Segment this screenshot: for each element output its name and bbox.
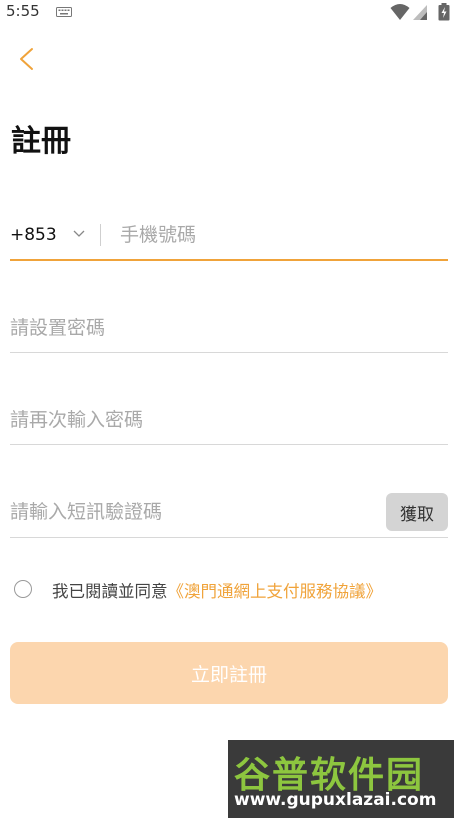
register-button[interactable]: 立即註冊 <box>10 642 448 704</box>
agreement-text: 我已閱讀並同意《澳門通網上支付服務協議》 <box>52 578 382 602</box>
country-code-divider <box>100 224 101 246</box>
phone-underline <box>10 259 448 261</box>
battery-icon <box>438 3 450 21</box>
sms-code-underline <box>10 537 448 538</box>
sms-code-input[interactable] <box>10 499 370 525</box>
status-icons <box>390 3 454 21</box>
back-button[interactable] <box>12 44 42 74</box>
page-title: 註冊 <box>11 124 71 159</box>
watermark-url: www.gupuxlazai.com <box>234 790 437 810</box>
phone-field: +853 <box>10 210 448 262</box>
phone-input[interactable] <box>120 222 440 248</box>
password-field <box>10 303 448 355</box>
watermark-logo: 谷普软件园 www.gupuxlazai.com <box>228 740 454 818</box>
get-code-button[interactable]: 獲取 <box>386 493 448 531</box>
chevron-down-icon[interactable] <box>73 229 85 239</box>
status-bar: 5:55 <box>0 0 458 24</box>
chevron-left-icon <box>20 48 33 70</box>
sms-code-field: 獲取 <box>10 487 448 539</box>
agreement-link[interactable]: 《澳門通網上支付服務協議》 <box>168 582 383 601</box>
confirm-password-input[interactable] <box>10 407 440 433</box>
agreement-label: 我已閱讀並同意 <box>52 582 168 601</box>
password-input[interactable] <box>10 315 440 341</box>
signal-icon <box>413 5 427 20</box>
confirm-password-underline <box>10 444 448 445</box>
password-underline <box>10 352 448 353</box>
status-time: 5:55 <box>6 2 40 20</box>
confirm-password-field <box>10 395 448 447</box>
agreement-row: 我已閱讀並同意《澳門通網上支付服務協議》 <box>14 575 454 603</box>
agreement-checkbox[interactable] <box>14 580 32 598</box>
country-code-selector[interactable]: +853 <box>10 225 57 245</box>
wifi-icon <box>390 4 410 20</box>
keyboard-icon <box>56 7 72 17</box>
